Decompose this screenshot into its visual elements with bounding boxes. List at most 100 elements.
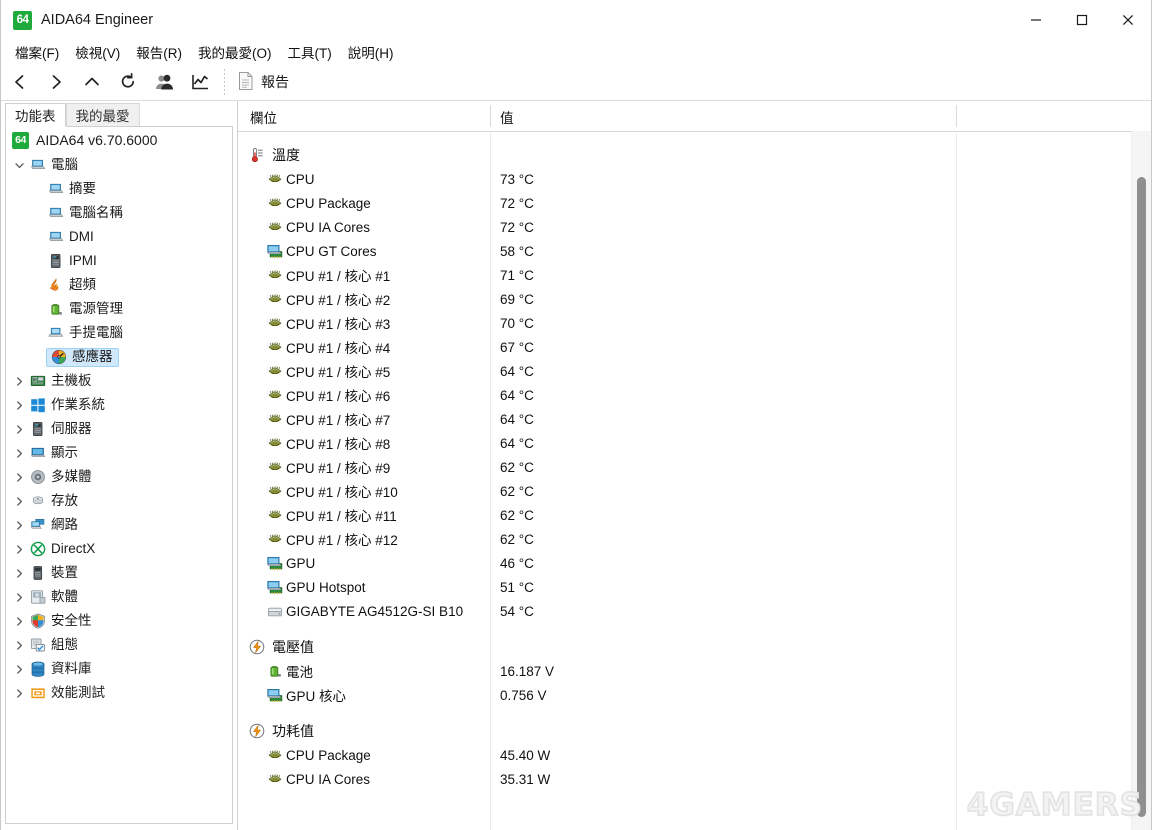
- sidebar-item-2[interactable]: 電腦名稱: [6, 201, 232, 225]
- sensor-row[interactable]: CPU GT Cores 58 °C: [238, 239, 1131, 263]
- report-button[interactable]: 報告: [234, 66, 299, 98]
- vertical-scrollbar[interactable]: [1131, 131, 1151, 830]
- chevron-right-icon[interactable]: [10, 688, 28, 699]
- config-icon: [28, 637, 48, 653]
- sidebar-item-0[interactable]: 電腦: [6, 153, 232, 177]
- menu-report[interactable]: 報告(R): [131, 40, 193, 64]
- cpu-chip-icon: [266, 508, 284, 522]
- users-icon[interactable]: [147, 66, 181, 98]
- sidebar-item-1[interactable]: 摘要: [6, 177, 232, 201]
- sidebar-item-19[interactable]: 安全性: [6, 609, 232, 633]
- flame-icon: [46, 277, 66, 293]
- sidebar-item-label: 資料庫: [51, 661, 92, 677]
- sensor-row[interactable]: GPU 46 °C: [238, 551, 1131, 575]
- sidebar-item-11[interactable]: 伺服器: [6, 417, 232, 441]
- menu-view[interactable]: 檢視(V): [70, 40, 131, 64]
- sensor-row[interactable]: CPU #1 / 核心 #4 67 °C: [238, 335, 1131, 359]
- sidebar-item-16[interactable]: DirectX: [6, 537, 232, 561]
- sensor-row[interactable]: 電池 16.187 V: [238, 659, 1131, 683]
- sidebar-item-15[interactable]: 網路: [6, 513, 232, 537]
- sidebar-item-20[interactable]: 組態: [6, 633, 232, 657]
- sidebar-item-label: 組態: [51, 637, 78, 653]
- forward-icon[interactable]: [39, 66, 73, 98]
- sidebar-item-4[interactable]: IPMI: [6, 249, 232, 273]
- menu-favorites[interactable]: 我的最愛(O): [193, 40, 283, 64]
- chevron-right-icon[interactable]: [10, 400, 28, 411]
- sidebar-item-13[interactable]: 多媒體: [6, 465, 232, 489]
- sensor-row[interactable]: CPU #1 / 核心 #11 62 °C: [238, 503, 1131, 527]
- sidebar-item-14[interactable]: 存放: [6, 489, 232, 513]
- sensor-row[interactable]: CPU Package 72 °C: [238, 191, 1131, 215]
- chevron-right-icon[interactable]: [10, 640, 28, 651]
- up-icon[interactable]: [75, 66, 109, 98]
- tab-menu[interactable]: 功能表: [5, 103, 66, 127]
- chevron-right-icon[interactable]: [10, 472, 28, 483]
- sidebar-item-17[interactable]: 裝置: [6, 561, 232, 585]
- laptop-icon: [46, 326, 66, 340]
- sidebar-item-3[interactable]: DMI: [6, 225, 232, 249]
- sidebar-item-9[interactable]: 主機板: [6, 369, 232, 393]
- column-field-label[interactable]: 欄位: [250, 107, 277, 127]
- sidebar-item-7[interactable]: 手提電腦: [6, 321, 232, 345]
- sidebar-item-18[interactable]: 軟體: [6, 585, 232, 609]
- chevron-right-icon[interactable]: [10, 664, 28, 675]
- sensor-row[interactable]: CPU #1 / 核心 #9 62 °C: [238, 455, 1131, 479]
- menu-help[interactable]: 說明(H): [343, 40, 405, 64]
- chevron-right-icon[interactable]: [10, 520, 28, 531]
- sensor-row[interactable]: CPU #1 / 核心 #3 70 °C: [238, 311, 1131, 335]
- sensor-label: CPU #1 / 核心 #6: [286, 389, 391, 404]
- sidebar-item-6[interactable]: 電源管理: [6, 297, 232, 321]
- menu-tools[interactable]: 工具(T): [283, 40, 343, 64]
- chart-icon[interactable]: [183, 66, 217, 98]
- sidebar-item-21[interactable]: 資料庫: [6, 657, 232, 681]
- tree-root[interactable]: 64 AIDA64 v6.70.6000: [6, 127, 232, 153]
- sidebar-item-22[interactable]: 效能測試: [6, 681, 232, 705]
- chevron-right-icon[interactable]: [10, 544, 28, 555]
- sidebar-item-10[interactable]: 作業系統: [6, 393, 232, 417]
- refresh-icon[interactable]: [111, 66, 145, 98]
- sensor-row[interactable]: CPU #1 / 核心 #2 69 °C: [238, 287, 1131, 311]
- chevron-right-icon[interactable]: [10, 592, 28, 603]
- menu-file[interactable]: 檔案(F): [10, 40, 70, 64]
- computer-icon: [46, 230, 66, 244]
- column-value-label[interactable]: 值: [500, 107, 514, 127]
- column-divider-2[interactable]: [956, 105, 957, 127]
- chevron-right-icon[interactable]: [10, 616, 28, 627]
- sensor-row[interactable]: CPU #1 / 核心 #7 64 °C: [238, 407, 1131, 431]
- sensor-row[interactable]: CPU IA Cores 72 °C: [238, 215, 1131, 239]
- sensor-row[interactable]: CPU IA Cores 35.31 W: [238, 767, 1131, 791]
- sensor-row[interactable]: CPU #1 / 核心 #5 64 °C: [238, 359, 1131, 383]
- sensor-row[interactable]: CPU #1 / 核心 #10 62 °C: [238, 479, 1131, 503]
- sidebar-tabs: 功能表 我的最愛: [1, 101, 237, 127]
- back-icon[interactable]: [3, 66, 37, 98]
- chevron-right-icon[interactable]: [10, 376, 28, 387]
- sensor-label: CPU #1 / 核心 #12: [286, 533, 398, 548]
- sensor-row[interactable]: GIGABYTE AG4512G-SI B10 54 °C: [238, 599, 1131, 623]
- sensor-row[interactable]: CPU #1 / 核心 #1 71 °C: [238, 263, 1131, 287]
- sensor-row[interactable]: GPU Hotspot 51 °C: [238, 575, 1131, 599]
- chevron-right-icon[interactable]: [10, 448, 28, 459]
- scrollbar-thumb[interactable]: [1137, 177, 1146, 817]
- sensor-row[interactable]: CPU #1 / 核心 #12 62 °C: [238, 527, 1131, 551]
- chevron-right-icon[interactable]: [10, 568, 28, 579]
- close-button[interactable]: [1105, 0, 1151, 40]
- sensor-label: CPU #1 / 核心 #4: [286, 341, 391, 356]
- sidebar-item-8[interactable]: 感應器: [6, 345, 232, 369]
- sensor-row[interactable]: CPU Package 45.40 W: [238, 743, 1131, 767]
- sidebar-selection[interactable]: 感應器: [46, 347, 119, 367]
- chevron-down-icon[interactable]: [10, 160, 28, 171]
- sensor-row[interactable]: GPU 核心 0.756 V: [238, 683, 1131, 707]
- chevron-right-icon[interactable]: [10, 424, 28, 435]
- chevron-right-icon[interactable]: [10, 496, 28, 507]
- sensor-row[interactable]: CPU #1 / 核心 #8 64 °C: [238, 431, 1131, 455]
- sidebar-item-12[interactable]: 顯示: [6, 441, 232, 465]
- server-icon: [46, 253, 66, 269]
- sidebar-item-label: 作業系統: [51, 397, 105, 413]
- sensor-row[interactable]: CPU #1 / 核心 #6 64 °C: [238, 383, 1131, 407]
- minimize-button[interactable]: [1013, 0, 1059, 40]
- column-divider-1[interactable]: [490, 105, 491, 127]
- maximize-button[interactable]: [1059, 0, 1105, 40]
- tab-favorites[interactable]: 我的最愛: [65, 103, 140, 127]
- sidebar-item-5[interactable]: 超頻: [6, 273, 232, 297]
- sensor-row[interactable]: CPU 73 °C: [238, 167, 1131, 191]
